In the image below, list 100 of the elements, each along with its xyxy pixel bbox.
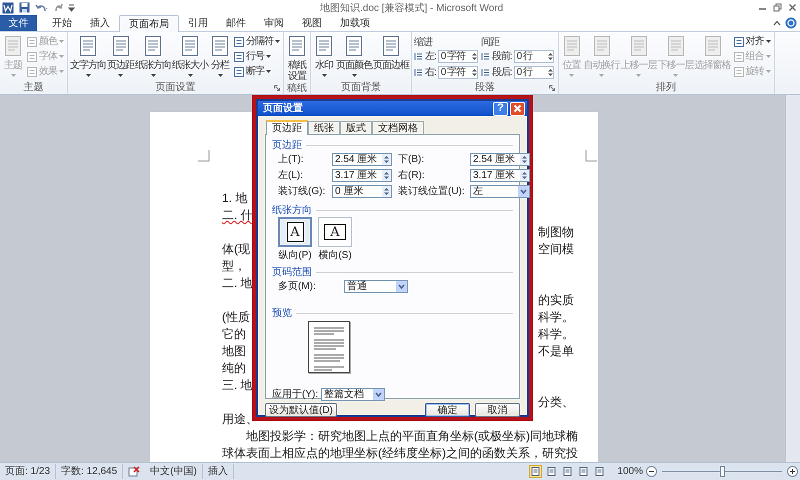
- ribbon-button[interactable]: 行号: [234, 50, 281, 63]
- ribbon-button[interactable]: 稿纸设置: [286, 35, 308, 82]
- dialog-tab[interactable]: 版式: [340, 121, 372, 134]
- caret-icon: [188, 74, 192, 77]
- zoom-slider-thumb[interactable]: [720, 466, 725, 477]
- save-icon[interactable]: [19, 2, 30, 13]
- paragraph-text: 它的: [222, 326, 246, 343]
- field-label: 左:: [425, 50, 436, 64]
- paragraph-text: 三. 地: [222, 377, 253, 394]
- spinner-icon: [382, 186, 391, 197]
- view-icon: [595, 467, 604, 476]
- dialog-launcher-icon[interactable]: [274, 85, 280, 91]
- ribbon-button[interactable]: 文字方向: [70, 35, 106, 77]
- field-label: 左(L):: [278, 169, 304, 183]
- restore-icon[interactable]: [773, 3, 782, 12]
- paragraph-text: 地图: [222, 343, 246, 360]
- undo-icon[interactable]: [35, 2, 48, 13]
- dropdown[interactable]: 整篇文档: [321, 388, 386, 401]
- orientation-button[interactable]: A: [318, 217, 352, 247]
- dialog-tab[interactable]: 纸张: [308, 121, 340, 134]
- status-text: 插入: [202, 464, 234, 479]
- collapse-ribbon-icon[interactable]: [773, 20, 781, 26]
- dialog-button[interactable]: 确定: [425, 403, 470, 417]
- close-icon[interactable]: [788, 3, 797, 12]
- ribbon-tab[interactable]: 加载项: [331, 15, 379, 31]
- zoom-level: 100%: [617, 465, 643, 479]
- caret-icon: [59, 40, 64, 43]
- ribbon-tab[interactable]: 审阅: [255, 15, 293, 31]
- spin-field[interactable]: 3.17 厘米: [332, 169, 392, 182]
- dropdown[interactable]: 左: [470, 185, 530, 198]
- section-heading: 页码范围: [272, 266, 312, 280]
- page-icon: [287, 35, 307, 57]
- redo-icon[interactable]: [53, 2, 63, 13]
- option-label: 纵向(P): [278, 249, 312, 263]
- group-label: 排列: [656, 80, 676, 94]
- field-label: 装订线位置(U):: [398, 184, 466, 199]
- dialog-tab[interactable]: 页边距: [266, 120, 308, 135]
- ribbon-tab[interactable]: 引用: [179, 15, 217, 31]
- proofing-icon[interactable]: [128, 466, 140, 477]
- caret-icon: [352, 74, 356, 77]
- caret-icon: [636, 74, 642, 77]
- ribbon-button[interactable]: 页面边框: [373, 35, 409, 71]
- ribbon-button[interactable]: 断字: [234, 65, 281, 78]
- dropdown[interactable]: 普通: [344, 280, 408, 293]
- ribbon-tab[interactable]: 插入: [81, 15, 119, 31]
- spin-field[interactable]: 2.54 厘米: [470, 153, 530, 166]
- ribbon-button[interactable]: 分栏: [209, 35, 231, 77]
- spin-field[interactable]: 0 行: [514, 66, 554, 78]
- paragraph-text: 体(现: [222, 241, 250, 258]
- ribbon-tab[interactable]: 开始: [43, 15, 81, 31]
- orientation-button[interactable]: A: [278, 217, 312, 247]
- indent-icon: [414, 68, 423, 76]
- indent-icon: [480, 52, 490, 60]
- group-label: 页面设置: [156, 80, 196, 94]
- zoom-out-icon[interactable]: [646, 466, 657, 477]
- ribbon-button[interactable]: 水印: [313, 35, 335, 77]
- view-button[interactable]: [593, 465, 606, 478]
- ribbon-tab[interactable]: 邮件: [217, 15, 255, 31]
- field-label: 右(R):: [398, 169, 426, 183]
- help-button[interactable]: ?: [493, 102, 508, 116]
- caret-icon: [766, 70, 771, 73]
- ribbon-tab[interactable]: 页面布局: [119, 15, 179, 32]
- file-tab[interactable]: 文件: [0, 15, 37, 31]
- spin-field[interactable]: 0 行: [514, 50, 554, 62]
- ribbon-button[interactable]: 纸张大小: [172, 35, 208, 77]
- zoom-in-icon[interactable]: [787, 466, 798, 477]
- ribbon-button[interactable]: 分隔符: [234, 35, 281, 48]
- customize-icon[interactable]: [68, 2, 75, 13]
- view-button[interactable]: [577, 465, 590, 478]
- spin-field[interactable]: 3.17 厘米: [470, 169, 530, 182]
- view-button[interactable]: [561, 465, 574, 478]
- close-button[interactable]: [510, 102, 525, 116]
- dialog-tab[interactable]: 文档网格: [372, 121, 424, 134]
- ribbon-button[interactable]: 对齐: [734, 35, 772, 48]
- close-icon: [513, 104, 522, 113]
- view-icon: [579, 467, 588, 476]
- ribbon-button[interactable]: 页边距: [107, 35, 134, 77]
- dialog-launcher-icon[interactable]: [548, 85, 555, 91]
- tool-icon: [734, 66, 744, 76]
- tool-icon: [27, 52, 37, 62]
- spin-field[interactable]: 2.54 厘米: [332, 153, 392, 166]
- paragraph-text: 球体表面上相应点的地理坐标(经纬度坐标)之间的函数关系，研究投: [222, 445, 578, 462]
- tool-icon: [234, 66, 244, 76]
- help-icon[interactable]: [785, 17, 797, 29]
- spinner-icon: [548, 52, 553, 60]
- view-button[interactable]: [545, 465, 558, 478]
- page-glyph: A: [286, 222, 304, 242]
- spin-field[interactable]: 0 字符: [438, 50, 478, 62]
- paragraph-text: 制图物: [538, 224, 574, 241]
- ribbon-button[interactable]: 纸张方向: [135, 35, 171, 77]
- dialog-button[interactable]: 取消: [475, 403, 520, 417]
- indent-icon: [480, 68, 490, 76]
- spin-field[interactable]: 0 字符: [438, 66, 478, 78]
- page-icon: [344, 35, 364, 57]
- margin-corner-icon: [585, 150, 597, 162]
- spin-field[interactable]: 0 厘米: [332, 185, 392, 198]
- view-button[interactable]: [529, 465, 542, 478]
- ribbon-button[interactable]: 页面颜色: [336, 35, 372, 77]
- ribbon-tab[interactable]: 视图: [293, 15, 331, 31]
- dialog-button[interactable]: 设为默认值(D): [265, 403, 337, 417]
